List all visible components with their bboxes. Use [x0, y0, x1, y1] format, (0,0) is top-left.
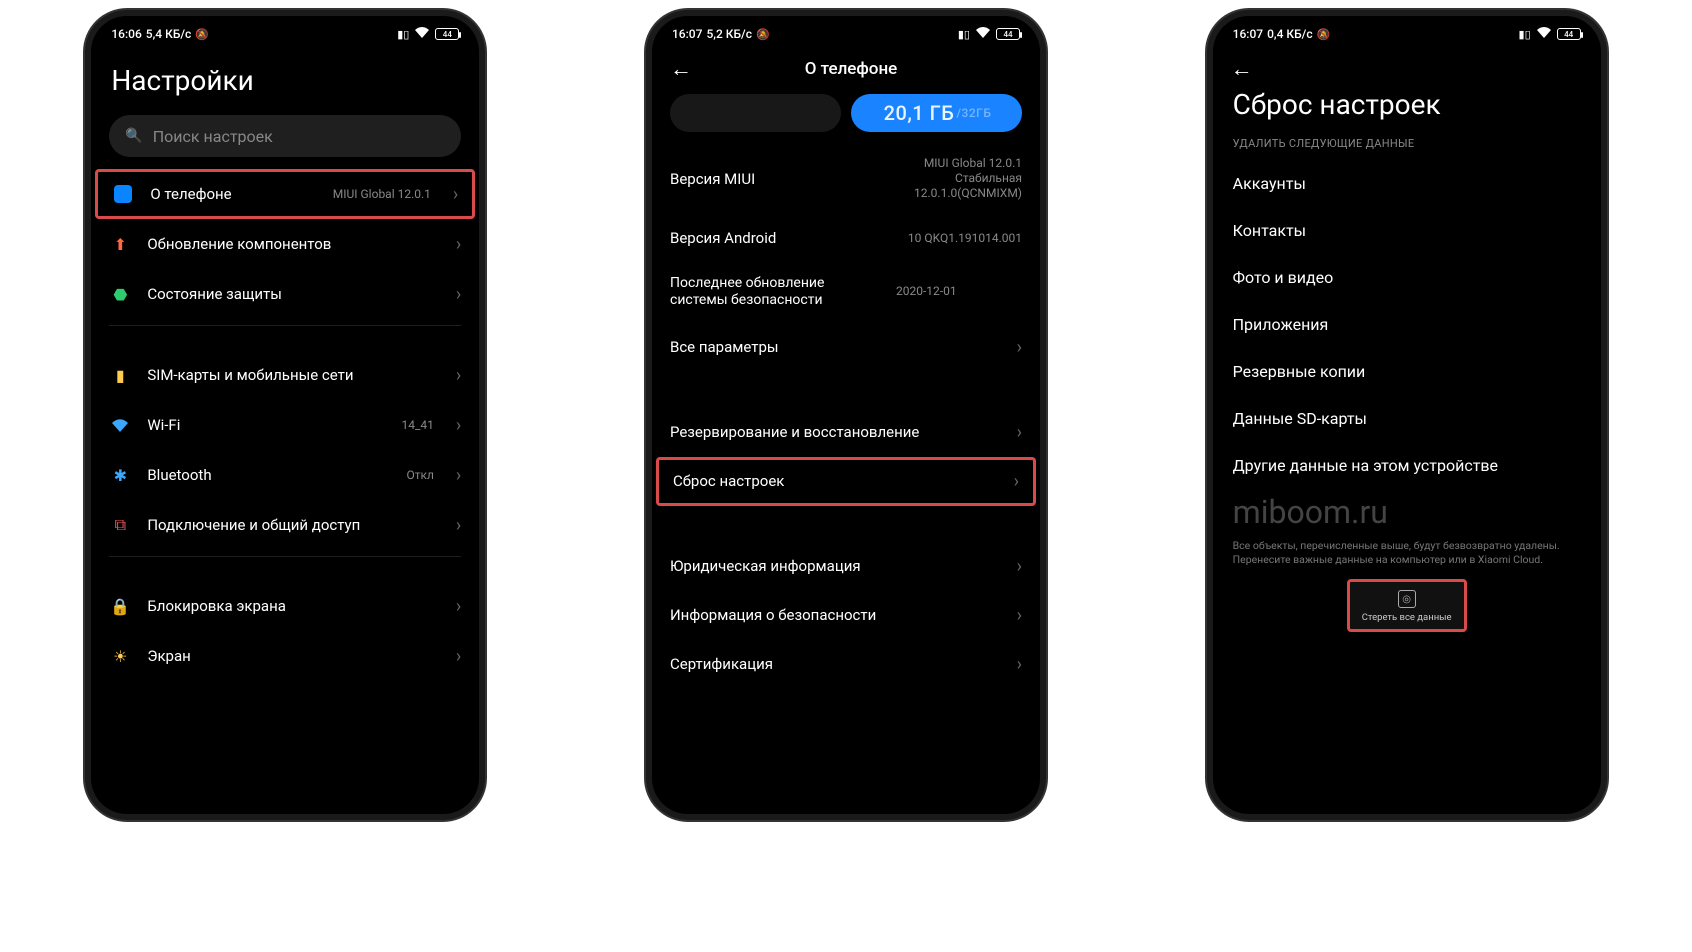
page-title: О телефоне — [680, 59, 1022, 79]
share-icon: ⧉ — [109, 514, 131, 536]
row-display[interactable]: ☀ Экран › — [91, 631, 479, 681]
item-sd: Данные SD-карты — [1213, 395, 1601, 442]
row-security-patch[interactable]: Последнее обновление системы безопасност… — [652, 261, 1040, 323]
sun-icon: ☀ — [109, 645, 131, 667]
warning-note: Все объекты, перечисленные выше, будут б… — [1213, 537, 1601, 573]
row-legal[interactable]: Юридическая информация › — [652, 542, 1040, 591]
signal-icon: ▮▯ — [397, 28, 409, 41]
row-system-update[interactable]: ⬆ Обновление компонентов › — [91, 219, 479, 269]
row-lockscreen[interactable]: 🔒 Блокировка экрана › — [91, 581, 479, 631]
chevron-right-icon: › — [456, 284, 461, 305]
signal-icon: ▮▯ — [1519, 28, 1531, 41]
row-connection-sharing[interactable]: ⧉ Подключение и общий доступ › — [91, 500, 479, 550]
divider — [109, 325, 461, 326]
row-backup-restore[interactable]: Резервирование и восстановление › — [652, 408, 1040, 457]
arrow-up-icon: ⬆ — [109, 233, 131, 255]
signal-icon: ▮▯ — [958, 28, 970, 41]
battery-icon: 44 — [1557, 28, 1581, 40]
status-time: 16:07 — [1233, 27, 1263, 41]
row-about-phone[interactable]: О телефоне MIUI Global 12.0.1 › — [95, 169, 475, 219]
page-header: Настройки — [91, 44, 479, 107]
shield-icon: ⬣ — [109, 283, 131, 305]
search-input[interactable]: 🔍 Поиск настроек — [109, 115, 461, 157]
header: ← О телефоне — [652, 44, 1040, 94]
storage-pill-blue: 20,1 ГБ/32ГБ — [851, 94, 1022, 132]
row-label: О телефоне — [150, 185, 316, 203]
chevron-right-icon: › — [456, 365, 461, 386]
storage-widget[interactable]: 20,1 ГБ/32ГБ — [670, 94, 1022, 132]
chevron-right-icon: › — [456, 465, 461, 486]
mute-icon: 🔕 — [195, 28, 209, 41]
bluetooth-icon: ✱ — [109, 464, 131, 486]
chevron-right-icon: › — [1017, 422, 1022, 443]
row-all-specs[interactable]: Все параметры › — [652, 323, 1040, 372]
chevron-right-icon: › — [453, 184, 458, 205]
phone-icon — [114, 185, 132, 203]
item-media: Фото и видео — [1213, 254, 1601, 301]
phone-reset: 16:07 0,4 КБ/с 🔕 ▮▯ 44 ← Сброс настроек … — [1207, 10, 1607, 820]
mute-icon: 🔕 — [1317, 28, 1331, 41]
chevron-right-icon: › — [456, 415, 461, 436]
row-value: MIUI Global 12.0.1 — [333, 187, 431, 202]
status-speed: 5,2 КБ/с — [706, 27, 752, 41]
phone-about: 16:07 5,2 КБ/с 🔕 ▮▯ 44 ← О телефоне 20,1… — [646, 10, 1046, 820]
sim-icon: ▮ — [109, 364, 131, 386]
row-security-status[interactable]: ⬣ Состояние защиты › — [91, 269, 479, 319]
erase-label: Стереть все данные — [1362, 612, 1452, 623]
back-button[interactable]: ← — [1231, 56, 1253, 82]
phone-settings: 16:06 5,4 КБ/с 🔕 ▮▯ 44 Настройки 🔍 Поиск… — [85, 10, 485, 820]
chevron-right-icon: › — [456, 646, 461, 667]
header: ← — [1213, 44, 1601, 82]
row-sim[interactable]: ▮ SIM-карты и мобильные сети › — [91, 350, 479, 400]
row-safety-info[interactable]: Информация о безопасности › — [652, 591, 1040, 640]
status-bar: 16:07 0,4 КБ/с 🔕 ▮▯ 44 — [1213, 16, 1601, 44]
status-speed: 0,4 КБ/с — [1267, 27, 1313, 41]
watermark: miboom.ru — [1213, 489, 1601, 537]
battery-icon: 44 — [996, 28, 1020, 40]
item-accounts: Аккаунты — [1213, 160, 1601, 207]
erase-all-button[interactable]: ◎ Стереть все данные — [1347, 579, 1467, 632]
row-android-version[interactable]: Версия Android 10 QKQ1.191014.001 — [652, 215, 1040, 261]
item-apps: Приложения — [1213, 301, 1601, 348]
mute-icon: 🔕 — [756, 28, 770, 41]
chevron-right-icon: › — [1017, 605, 1022, 626]
item-other: Другие данные на этом устройстве — [1213, 442, 1601, 489]
status-speed: 5,4 КБ/с — [146, 27, 192, 41]
erase-icon: ◎ — [1398, 590, 1416, 608]
wifi-icon — [109, 414, 131, 436]
chevron-right-icon: › — [1017, 556, 1022, 577]
status-bar: 16:06 5,4 КБ/с 🔕 ▮▯ 44 — [91, 16, 479, 44]
battery-icon: 44 — [435, 28, 459, 40]
storage-pill-dark — [670, 94, 841, 132]
row-wifi[interactable]: Wi-Fi 14_41 › — [91, 400, 479, 450]
chevron-right-icon: › — [456, 234, 461, 255]
chevron-right-icon: › — [456, 515, 461, 536]
item-backups: Резервные копии — [1213, 348, 1601, 395]
row-factory-reset[interactable]: Сброс настроек › — [656, 457, 1036, 506]
item-contacts: Контакты — [1213, 207, 1601, 254]
chevron-right-icon: › — [1017, 337, 1022, 358]
wifi-icon — [1537, 27, 1551, 42]
wifi-icon — [415, 27, 429, 42]
status-time: 16:06 — [111, 27, 141, 41]
chevron-right-icon: › — [456, 596, 461, 617]
status-time: 16:07 — [672, 27, 702, 41]
chevron-right-icon: › — [1017, 654, 1022, 675]
lock-icon: 🔒 — [109, 595, 131, 617]
row-certification[interactable]: Сертификация › — [652, 640, 1040, 689]
row-bluetooth[interactable]: ✱ Bluetooth Откл › — [91, 450, 479, 500]
wifi-icon — [976, 27, 990, 42]
row-miui-version[interactable]: Версия MIUI MIUI Global 12.0.1 Стабильна… — [652, 142, 1040, 215]
search-icon: 🔍 — [125, 128, 142, 144]
status-bar: 16:07 5,2 КБ/с 🔕 ▮▯ 44 — [652, 16, 1040, 44]
chevron-right-icon: › — [1014, 471, 1019, 492]
search-placeholder: Поиск настроек — [153, 127, 273, 146]
page-title: Настройки — [111, 64, 459, 97]
divider — [109, 556, 461, 557]
section-label: УДАЛИТЬ СЛЕДУЮЩИЕ ДАННЫЕ — [1213, 131, 1601, 160]
page-title: Сброс настроек — [1233, 88, 1581, 121]
